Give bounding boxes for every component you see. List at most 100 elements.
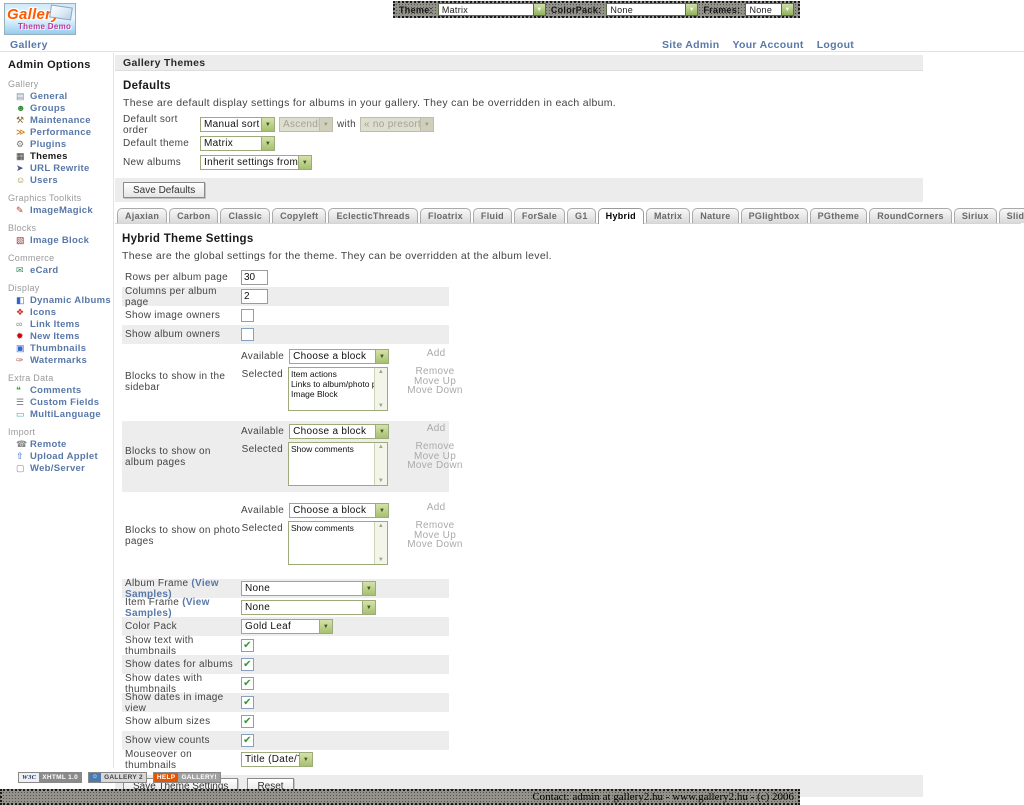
site-admin-link[interactable]: Site Admin xyxy=(662,39,719,51)
tab-carbon[interactable]: Carbon xyxy=(169,208,218,223)
listbox-item[interactable]: Item actions xyxy=(291,369,374,379)
rows-per-page-input[interactable] xyxy=(241,270,268,285)
w3c-xhtml-badge[interactable]: W3C XHTML 1.0 xyxy=(18,772,82,783)
sidebar-item-image-block[interactable]: ▧Image Block xyxy=(16,235,113,246)
default-theme-select[interactable]: Matrix ▼ xyxy=(200,136,275,151)
show-dates-albums-checkbox[interactable] xyxy=(241,658,254,671)
sidebar-item-upload-applet[interactable]: ⇧Upload Applet xyxy=(16,451,113,462)
sidebar-item-remote[interactable]: ☎Remote xyxy=(16,439,113,450)
save-defaults-button[interactable]: Save Defaults xyxy=(123,182,205,198)
sidebar-item-plugins[interactable]: ⚙Plugins xyxy=(16,139,113,150)
listbox-scrollbar[interactable]: ▲▼ xyxy=(374,522,387,564)
album-blocks-listbox[interactable]: Show comments ▲▼ xyxy=(288,442,388,486)
sidebar-item-dynamic-albums[interactable]: ◧Dynamic Albums xyxy=(16,295,113,306)
sidebar-item-comments[interactable]: ❝Comments xyxy=(16,385,113,396)
columns-per-page-input[interactable] xyxy=(241,289,268,304)
sidebar-item-label: Dynamic Albums xyxy=(30,295,111,306)
sidebar-item-groups[interactable]: ☻Groups xyxy=(16,103,113,114)
chevron-down-icon: ▼ xyxy=(375,504,388,517)
theme-tabs: AjaxianCarbonClassicCopyleftEclecticThre… xyxy=(115,207,1021,224)
sidebar-item-thumbnails[interactable]: ▣Thumbnails xyxy=(16,343,113,354)
default-sort-order-select[interactable]: Manual sort order ▼ xyxy=(200,117,275,132)
sidebar-item-watermarks[interactable]: ✑Watermarks xyxy=(16,355,113,366)
listbox-item[interactable]: Show comments xyxy=(291,523,374,533)
tab-ajaxian[interactable]: Ajaxian xyxy=(117,208,167,223)
album-blocks-add-link[interactable]: Add xyxy=(401,424,471,434)
tab-pgtheme[interactable]: PGtheme xyxy=(810,208,868,223)
sidebar-blocks-available-select[interactable]: Choose a block ▼ xyxy=(289,349,389,364)
sidebar-item-themes[interactable]: ▦Themes xyxy=(16,151,113,162)
sidebar-item-general[interactable]: ▤General xyxy=(16,91,113,102)
show-dates-image-view-checkbox[interactable] xyxy=(241,696,254,709)
sidebar-item-link-items[interactable]: ∞Link Items xyxy=(16,319,113,330)
sidebar-item-maintenance[interactable]: ⚒Maintenance xyxy=(16,115,113,126)
item-frame-select[interactable]: None ▼ xyxy=(241,600,376,615)
mouseover-thumbnails-select[interactable]: Title (Date/Time) ▼ xyxy=(241,752,313,767)
breadcrumb-gallery-link[interactable]: Gallery xyxy=(10,39,48,51)
frames-select-label: Frames: xyxy=(703,5,740,15)
sidebar-item-url-rewrite[interactable]: ➤URL Rewrite xyxy=(16,163,113,174)
logout-link[interactable]: Logout xyxy=(817,39,854,51)
sidebar-item-new-items[interactable]: ✹New Items xyxy=(16,331,113,342)
tab-forsale[interactable]: ForSale xyxy=(514,208,565,223)
sidebar-item-custom-fields[interactable]: ☰Custom Fields xyxy=(16,397,113,408)
photo-blocks-listbox[interactable]: Show comments ▲▼ xyxy=(288,521,388,565)
show-album-owners-checkbox[interactable] xyxy=(241,328,254,341)
show-view-counts-checkbox[interactable] xyxy=(241,734,254,747)
listbox-scrollbar[interactable]: ▲▼ xyxy=(374,443,387,485)
tab-slider[interactable]: Slider xyxy=(999,208,1024,223)
help-gallery-badge[interactable]: HELP GALLERY! xyxy=(153,772,221,783)
sidebar-section: Graphics Toolkits✎ImageMagick xyxy=(0,193,113,216)
sidebar-blocks-add-link[interactable]: Add xyxy=(401,349,471,359)
sidebar-item-label: Groups xyxy=(30,103,66,114)
theme-select[interactable]: Matrix ▼ xyxy=(438,3,546,16)
tab-roundcorners[interactable]: RoundCorners xyxy=(869,208,952,223)
frames-select[interactable]: None ▼ xyxy=(745,3,794,16)
tab-g1[interactable]: G1 xyxy=(567,208,596,223)
sidebar-item-icons[interactable]: ❖Icons xyxy=(16,307,113,318)
photo-blocks-move-down-link[interactable]: Move Down xyxy=(400,540,470,550)
gallery2-badge[interactable]: ☺ GALLERY 2 xyxy=(88,772,147,783)
listbox-scrollbar[interactable]: ▲▼ xyxy=(374,368,387,410)
sidebar-item-web-server[interactable]: ▢Web/Server xyxy=(16,463,113,474)
sidebar-blocks-listbox[interactable]: Item actionsLinks to album/photo peersIm… xyxy=(288,367,388,411)
tab-eclecticthreads[interactable]: EclecticThreads xyxy=(328,208,418,223)
album-frame-select[interactable]: None ▼ xyxy=(241,581,376,596)
site-logo[interactable]: Gallery Theme Demo xyxy=(4,3,76,35)
tab-matrix[interactable]: Matrix xyxy=(646,208,690,223)
show-album-sizes-checkbox[interactable] xyxy=(241,715,254,728)
dynamic-albums-icon: ◧ xyxy=(16,296,30,305)
album-blocks-move-down-link[interactable]: Move Down xyxy=(400,461,470,471)
photo-blocks-available-select[interactable]: Choose a block ▼ xyxy=(289,503,389,518)
album-blocks-available-select[interactable]: Choose a block ▼ xyxy=(289,424,389,439)
listbox-item[interactable]: Show comments xyxy=(291,444,374,454)
listbox-item[interactable]: Image Block xyxy=(291,389,374,399)
show-image-owners-checkbox[interactable] xyxy=(241,309,254,322)
color-pack-select[interactable]: Gold Leaf ▼ xyxy=(241,619,333,634)
tab-nature[interactable]: Nature xyxy=(692,208,738,223)
sidebar-item-users[interactable]: ☺Users xyxy=(16,175,113,186)
new-albums-select[interactable]: Inherit settings from parent album ▼ xyxy=(200,155,312,170)
tab-floatrix[interactable]: Floatrix xyxy=(420,208,471,223)
tab-siriux[interactable]: Siriux xyxy=(954,208,997,223)
sidebar-item-imagemagick[interactable]: ✎ImageMagick xyxy=(16,205,113,216)
sidebar-blocks-move-down-link[interactable]: Move Down xyxy=(400,386,470,396)
sidebar-item-performance[interactable]: ≫Performance xyxy=(16,127,113,138)
show-text-thumbnails-checkbox[interactable] xyxy=(241,639,254,652)
tab-hybrid[interactable]: Hybrid xyxy=(598,208,644,224)
sidebar-item-multilanguage[interactable]: ▭MultiLanguage xyxy=(16,409,113,420)
show-dates-thumbnails-checkbox[interactable] xyxy=(241,677,254,690)
chevron-down-icon: ▼ xyxy=(375,425,388,438)
photo-blocks-add-link[interactable]: Add xyxy=(401,503,471,513)
colorpack-select[interactable]: None ▼ xyxy=(606,3,698,16)
sidebar-item-label: Watermarks xyxy=(30,355,87,366)
tab-pglightbox[interactable]: PGlightbox xyxy=(741,208,808,223)
tab-fluid[interactable]: Fluid xyxy=(473,208,512,223)
your-account-link[interactable]: Your Account xyxy=(732,39,803,51)
tab-copyleft[interactable]: Copyleft xyxy=(272,208,326,223)
tab-classic[interactable]: Classic xyxy=(220,208,270,223)
chevron-down-icon: ▼ xyxy=(685,4,697,15)
listbox-item[interactable]: Links to album/photo peers xyxy=(291,379,374,389)
comments-icon: ❝ xyxy=(16,386,30,395)
sidebar-item-ecard[interactable]: ✉eCard xyxy=(16,265,113,276)
